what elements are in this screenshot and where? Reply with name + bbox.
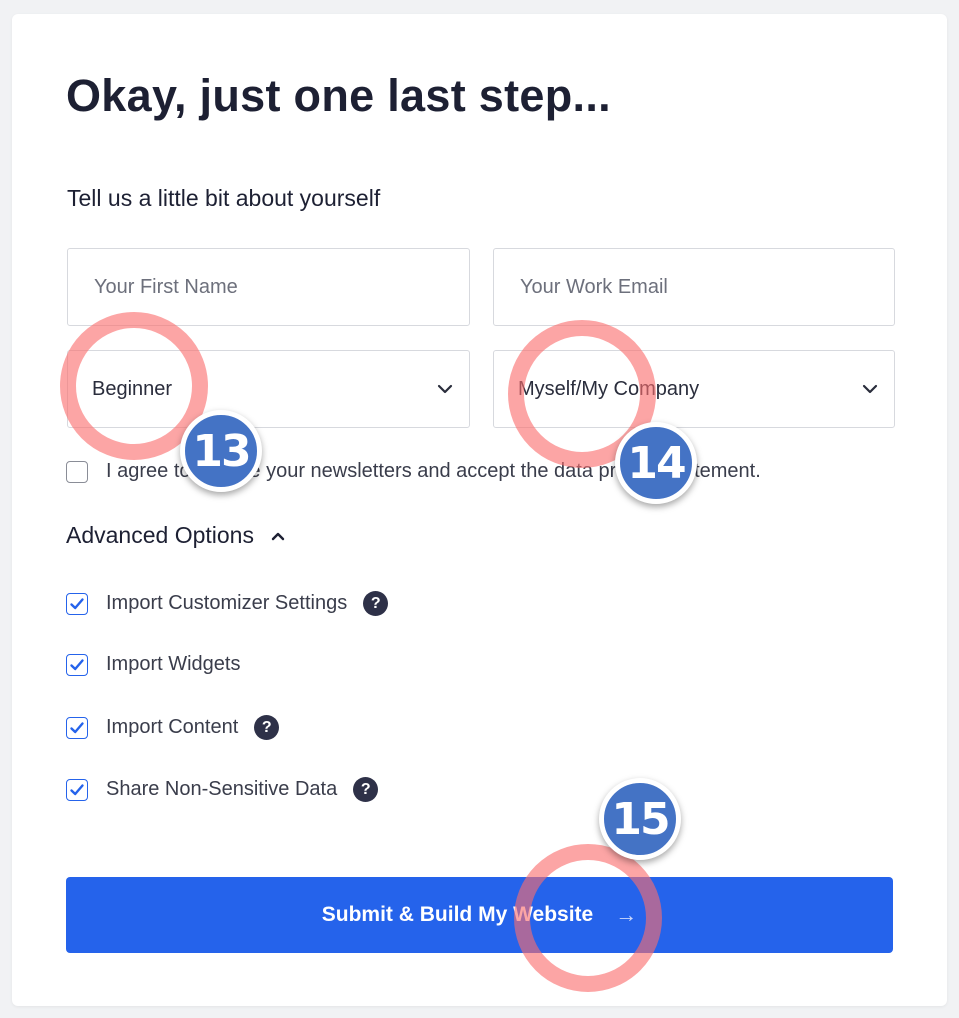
chevron-down-icon xyxy=(862,384,878,394)
share-data-checkbox[interactable] xyxy=(66,778,88,801)
first-name-input[interactable] xyxy=(92,274,469,300)
site-for-select[interactable]: Myself/My Company xyxy=(493,350,895,428)
option-import-customizer: Import Customizer Settings ? xyxy=(66,591,389,616)
checkmark-icon xyxy=(70,783,84,795)
page-subtitle: Tell us a little bit about yourself xyxy=(67,185,381,211)
consent-label: I agree to receive your newsletters and … xyxy=(106,460,761,482)
import-customizer-checkbox[interactable] xyxy=(66,592,88,615)
option-label: Import Content xyxy=(106,716,239,738)
submit-label: Submit & Build My Website xyxy=(321,903,594,926)
work-email-input[interactable] xyxy=(518,274,894,300)
help-icon[interactable]: ? xyxy=(363,591,389,616)
import-widgets-checkbox[interactable] xyxy=(66,653,88,676)
consent-checkbox[interactable] xyxy=(66,460,88,483)
consent-row: I agree to receive your newsletters and … xyxy=(66,460,761,483)
option-import-content: Import Content ? xyxy=(66,715,280,740)
option-import-widgets: Import Widgets xyxy=(66,653,240,676)
submit-button[interactable]: Submit & Build My Website → xyxy=(66,877,893,953)
help-icon[interactable]: ? xyxy=(254,715,280,740)
first-name-field[interactable] xyxy=(67,248,470,326)
option-share-data: Share Non-Sensitive Data ? xyxy=(66,777,379,802)
advanced-options-toggle[interactable]: Advanced Options xyxy=(66,522,286,549)
chevron-up-icon xyxy=(271,532,285,540)
site-for-select-value: Myself/My Company xyxy=(518,377,700,400)
work-email-field[interactable] xyxy=(493,248,895,326)
chevron-down-icon xyxy=(437,384,453,394)
import-content-checkbox[interactable] xyxy=(66,716,88,739)
page-title: Okay, just one last step... xyxy=(66,70,611,121)
advanced-options-label: Advanced Options xyxy=(66,522,254,548)
checkmark-icon xyxy=(70,721,84,733)
experience-select[interactable]: Beginner xyxy=(67,350,470,428)
option-label: Import Widgets xyxy=(106,653,241,675)
arrow-right-icon: → xyxy=(615,902,638,927)
setup-card xyxy=(12,14,947,1006)
checkmark-icon xyxy=(70,658,84,670)
help-icon[interactable]: ? xyxy=(353,777,379,802)
experience-select-value: Beginner xyxy=(92,377,173,400)
checkmark-icon xyxy=(70,597,84,609)
option-label: Share Non-Sensitive Data xyxy=(106,778,338,800)
option-label: Import Customizer Settings xyxy=(106,592,348,614)
